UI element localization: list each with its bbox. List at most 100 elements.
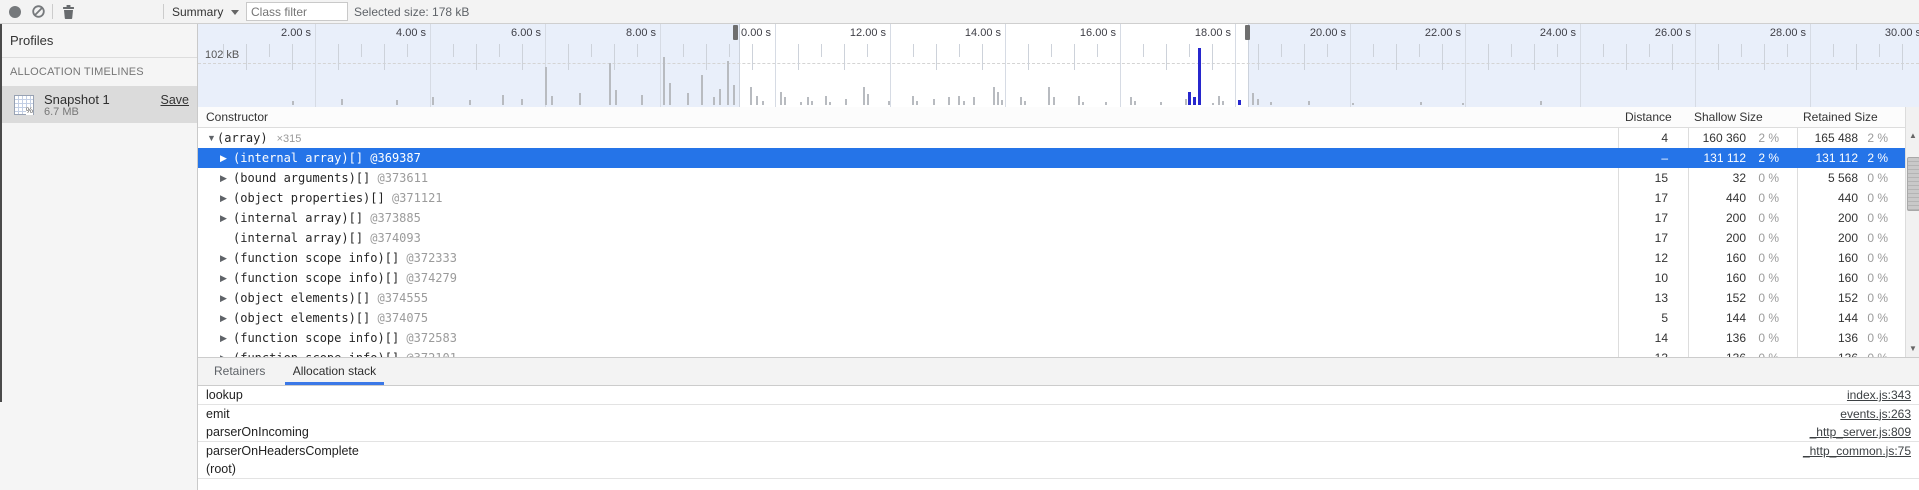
collapse-arrow-icon[interactable]: ▶ bbox=[220, 168, 227, 188]
time-gridline bbox=[1350, 24, 1351, 107]
allocation-bar bbox=[963, 101, 965, 105]
save-link[interactable]: Save bbox=[161, 93, 190, 107]
minor-tick bbox=[936, 44, 937, 70]
ruler-label: 28.00 s bbox=[1726, 27, 1806, 39]
allocation-bar bbox=[663, 57, 665, 105]
shallow-size-value: 440 bbox=[1726, 188, 1746, 208]
allocation-bar bbox=[863, 87, 865, 105]
minor-tick bbox=[798, 44, 799, 70]
column-header-constructor[interactable]: Constructor bbox=[206, 110, 268, 124]
stack-function-name: parserOnHeadersComplete bbox=[206, 442, 359, 460]
table-row[interactable]: (internal array)[] @374093172000 %2000 % bbox=[198, 228, 1905, 248]
allocation-bar bbox=[997, 92, 999, 105]
shallow-size-value: 32 bbox=[1733, 168, 1746, 188]
table-row[interactable]: ▶(object elements)[] @374555131520 %1520… bbox=[198, 288, 1905, 308]
collapse-arrow-icon[interactable]: ▶ bbox=[220, 248, 227, 268]
distance-value: 17 bbox=[1655, 188, 1668, 208]
table-row[interactable]: ▶(function scope info)[] @374279101600 %… bbox=[198, 268, 1905, 288]
trash-icon[interactable] bbox=[62, 4, 75, 19]
tab-allocation-stack[interactable]: Allocation stack bbox=[285, 358, 384, 385]
shallow-size-value: 152 bbox=[1726, 288, 1746, 308]
table-row[interactable]: ▶(internal array)[] @369387–131 1122 %13… bbox=[198, 148, 1905, 168]
column-header-shallow-size[interactable]: Shallow Size bbox=[1694, 110, 1763, 124]
allocation-bar bbox=[551, 96, 553, 105]
distance-value: 5 bbox=[1661, 308, 1668, 328]
ruler-label: 0.00 s bbox=[691, 27, 771, 39]
minor-tick bbox=[729, 44, 730, 57]
collapse-arrow-icon[interactable]: ▶ bbox=[220, 348, 227, 357]
allocation-bar bbox=[1001, 100, 1003, 105]
minor-tick bbox=[1212, 44, 1213, 70]
stack-frame-row[interactable]: lookup index.js:343 bbox=[198, 386, 1919, 405]
stack-frame-row[interactable]: parserOnIncoming _http_server.js:809 bbox=[198, 423, 1919, 442]
allocation-bar bbox=[469, 100, 471, 105]
constructor-name: (internal array)[] @374093 bbox=[233, 228, 421, 248]
selection-handle-right[interactable] bbox=[1245, 25, 1250, 40]
table-row[interactable]: ▶(function scope info)[] @372333121600 %… bbox=[198, 248, 1905, 268]
collapse-arrow-icon[interactable]: ▶ bbox=[220, 308, 227, 328]
grid-scrollbar[interactable]: ▲ ▼ bbox=[1905, 107, 1919, 357]
live-allocation-bar bbox=[1188, 92, 1191, 105]
stack-frame-row[interactable]: emit events.js:263 bbox=[198, 405, 1919, 424]
class-filter-input[interactable] bbox=[246, 2, 348, 21]
allocation-bar bbox=[341, 99, 343, 105]
collapse-arrow-icon[interactable]: ▶ bbox=[220, 148, 227, 168]
scroll-up-icon[interactable]: ▲ bbox=[1906, 129, 1919, 142]
record-icon[interactable] bbox=[9, 6, 21, 18]
allocation-bar bbox=[669, 83, 671, 105]
collapse-arrow-icon[interactable]: ▶ bbox=[220, 208, 227, 228]
collapse-arrow-icon[interactable]: ▶ bbox=[220, 188, 227, 208]
table-row[interactable]: ▶(function scope info)[] @372101131360 %… bbox=[198, 348, 1905, 357]
retained-size-percent: 0 % bbox=[1867, 288, 1888, 308]
collapse-arrow-icon[interactable]: ▶ bbox=[220, 328, 227, 348]
stack-function-name: emit bbox=[206, 405, 230, 423]
minor-tick bbox=[1902, 44, 1903, 70]
selection-handle-left[interactable] bbox=[733, 25, 738, 40]
expand-arrow-icon[interactable]: ▼ bbox=[207, 128, 216, 148]
allocation-bar bbox=[502, 95, 504, 105]
table-row[interactable]: ▶(object elements)[] @37407551440 %1440 … bbox=[198, 308, 1905, 328]
table-row[interactable]: ▼(array)×3154160 3602 %165 4882 % bbox=[198, 128, 1905, 148]
clear-icon[interactable] bbox=[32, 5, 45, 18]
ruler-label: 18.00 s bbox=[1151, 27, 1231, 39]
heap-grid: Constructor Distance Shallow Size Retain… bbox=[198, 107, 1919, 357]
tab-retainers[interactable]: Retainers bbox=[206, 358, 273, 385]
distance-value: 17 bbox=[1655, 228, 1668, 248]
source-location-link[interactable]: events.js:263 bbox=[1840, 405, 1911, 423]
allocation-bar bbox=[948, 97, 950, 105]
table-row[interactable]: ▶(internal array)[] @373885172000 %2000 … bbox=[198, 208, 1905, 228]
collapse-arrow-icon[interactable]: ▶ bbox=[220, 268, 227, 288]
allocation-bar bbox=[641, 95, 643, 105]
source-location-link[interactable]: _http_common.js:75 bbox=[1803, 442, 1911, 460]
column-header-distance[interactable]: Distance bbox=[1625, 110, 1672, 124]
collapse-arrow-icon[interactable]: ▶ bbox=[220, 288, 227, 308]
stack-frame-row[interactable]: parserOnHeadersComplete _http_common.js:7… bbox=[198, 442, 1919, 461]
perspective-select[interactable]: Summary bbox=[172, 4, 223, 20]
shallow-size-percent: 0 % bbox=[1758, 328, 1779, 348]
allocation-bar bbox=[396, 100, 398, 105]
allocation-bar bbox=[784, 97, 786, 105]
stack-function-name: lookup bbox=[206, 386, 243, 404]
column-header-retained-size[interactable]: Retained Size bbox=[1803, 110, 1878, 124]
allocation-bar bbox=[1462, 103, 1464, 105]
table-row[interactable]: ▶(object properties)[] @371121174400 %44… bbox=[198, 188, 1905, 208]
minor-tick bbox=[1258, 44, 1259, 70]
constructor-name: (internal array)[] @373885 bbox=[233, 208, 421, 228]
scroll-down-icon[interactable]: ▼ bbox=[1906, 342, 1919, 355]
shallow-size-percent: 0 % bbox=[1758, 248, 1779, 268]
minor-tick bbox=[522, 44, 523, 70]
table-row[interactable]: ▶(bound arguments)[] @37361115320 %5 568… bbox=[198, 168, 1905, 188]
table-row[interactable]: ▶(function scope info)[] @372583141360 %… bbox=[198, 328, 1905, 348]
stack-function-name: parserOnIncoming bbox=[206, 423, 309, 441]
source-location-link[interactable]: index.js:343 bbox=[1847, 386, 1911, 404]
scrollbar-thumb[interactable] bbox=[1907, 157, 1919, 211]
retained-size-percent: 2 % bbox=[1867, 128, 1888, 148]
snapshot-size: 6.7 MB bbox=[44, 106, 79, 118]
sidebar-item-snapshot-1[interactable]: % Snapshot 1 6.7 MB Save bbox=[0, 86, 197, 123]
minor-tick bbox=[1534, 44, 1535, 70]
retained-size-percent: 0 % bbox=[1867, 268, 1888, 288]
overview-chart: 102 kB 2.00 s4.00 s6.00 s8.00 s0.00 s12.… bbox=[198, 24, 1919, 108]
stack-frame-row[interactable]: (root) bbox=[198, 460, 1919, 479]
source-location-link[interactable]: _http_server.js:809 bbox=[1810, 423, 1911, 441]
minor-tick bbox=[1097, 44, 1098, 57]
